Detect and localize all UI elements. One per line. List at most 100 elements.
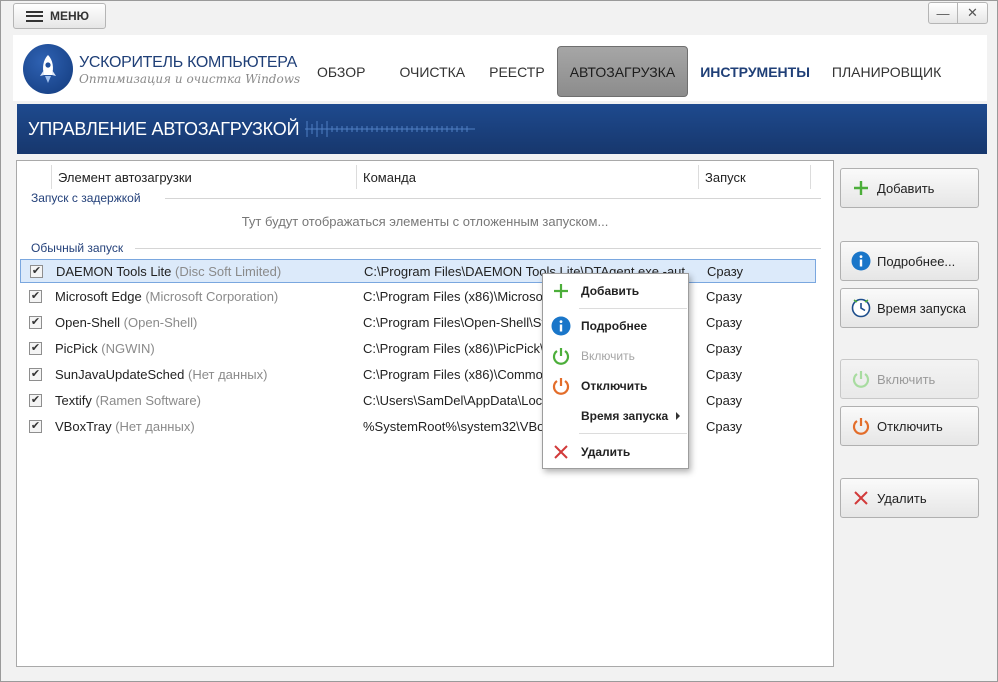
context-menu-add[interactable]: Добавить — [543, 278, 688, 304]
row-checkbox[interactable]: ✔ — [29, 368, 42, 381]
group-divider — [165, 198, 821, 199]
autostart-table: Элемент автозагрузки Команда Запуск Запу… — [16, 160, 834, 667]
table-row[interactable]: ✔ Textify (Ramen Software) C:\Users\SamD… — [20, 389, 816, 413]
row-name-cell: Textify (Ramen Software) — [55, 393, 201, 408]
menu-button[interactable]: МЕНЮ — [13, 3, 106, 29]
row-start: Сразу — [706, 289, 743, 304]
context-menu: Добавить Подробнее Включить Отключить Вр… — [542, 273, 689, 469]
context-menu-disable-label: Отключить — [581, 379, 648, 393]
tab-tools[interactable]: ИНСТРУМЕНТЫ — [688, 46, 822, 97]
close-button[interactable]: ✕ — [958, 2, 988, 24]
menu-button-label: МЕНЮ — [50, 9, 90, 23]
table-row[interactable]: ✔ PicPick (NGWIN) C:\Program Files (x86)… — [20, 337, 816, 361]
enable-button-label: Включить — [877, 371, 936, 387]
row-name: SunJavaUpdateSched — [55, 367, 185, 382]
app-subtitle: Оптимизация и очистка Windows — [79, 72, 301, 86]
start-time-button-label: Время запуска — [877, 300, 967, 316]
row-name: Microsoft Edge — [55, 289, 142, 304]
add-button-label: Добавить — [877, 180, 935, 196]
app-header: УСКОРИТЕЛЬ КОМПЬЮТЕРА Оптимизация и очис… — [13, 35, 987, 101]
disable-button[interactable]: Отключить — [840, 406, 979, 446]
tab-label: ОБЗОР — [317, 63, 366, 80]
row-vendor: (Нет данных) — [115, 419, 195, 434]
tab-autostart[interactable]: АВТОЗАГРУЗКА — [556, 46, 689, 97]
column-header-start[interactable]: Запуск — [698, 165, 811, 189]
minimize-icon: — — [936, 5, 950, 21]
context-menu-start-time-label: Время запуска — [581, 409, 669, 423]
group-label-delayed: Запуск с задержкой — [31, 191, 141, 205]
row-start: Сразу — [707, 264, 744, 279]
row-checkbox[interactable]: ✔ — [29, 420, 42, 433]
row-vendor: (Microsoft Corporation) — [145, 289, 279, 304]
row-name: Textify — [55, 393, 92, 408]
group-divider — [135, 248, 821, 249]
row-checkbox[interactable]: ✔ — [29, 394, 42, 407]
row-name: Open-Shell — [55, 315, 121, 330]
app-title: УСКОРИТЕЛЬ КОМПЬЮТЕРА — [79, 54, 297, 71]
delete-icon — [851, 488, 871, 508]
context-menu-enable-label: Включить — [581, 349, 635, 363]
info-icon — [551, 316, 571, 336]
table-row[interactable]: ✔ Open-Shell (Open-Shell) C:\Program Fil… — [20, 311, 816, 335]
table-header: Элемент автозагрузки Команда Запуск — [17, 165, 833, 189]
row-checkbox[interactable]: ✔ — [29, 316, 42, 329]
row-name: DAEMON Tools Lite — [56, 264, 172, 279]
tab-label: ПЛАНИРОВЩИК — [831, 63, 942, 80]
table-row[interactable]: ✔ VBoxTray (Нет данных) %SystemRoot%\sys… — [20, 415, 816, 439]
row-checkbox[interactable]: ✔ — [29, 342, 42, 355]
row-checkbox[interactable]: ✔ — [30, 265, 43, 278]
context-menu-details[interactable]: Подробнее — [543, 313, 688, 339]
delete-icon — [551, 442, 571, 462]
tab-cleanup[interactable]: ОЧИСТКА — [387, 46, 477, 97]
tab-registry[interactable]: РЕЕСТР — [477, 46, 557, 97]
section-banner: УПРАВЛЕНИЕ АВТОЗАГРУЗКОЙ — [17, 104, 987, 154]
minimize-button[interactable]: — — [928, 2, 958, 24]
submenu-arrow-icon — [676, 412, 680, 420]
context-menu-enable[interactable]: Включить — [543, 343, 688, 369]
row-vendor: (NGWIN) — [101, 341, 155, 356]
table-row[interactable]: ✔ Microsoft Edge (Microsoft Corporation)… — [20, 285, 816, 309]
row-start: Сразу — [706, 315, 743, 330]
plus-icon — [851, 178, 871, 198]
delete-button-label: Удалить — [877, 490, 927, 506]
context-menu-add-label: Добавить — [581, 284, 640, 298]
row-start: Сразу — [706, 419, 743, 434]
delete-button[interactable]: Удалить — [840, 478, 979, 518]
tab-scheduler[interactable]: ПЛАНИРОВЩИК — [820, 46, 953, 97]
tab-label: ОЧИСТКА — [399, 63, 466, 80]
decorative-ticks — [305, 121, 475, 137]
row-name-cell: SunJavaUpdateSched (Нет данных) — [55, 367, 267, 382]
row-checkbox[interactable]: ✔ — [29, 290, 42, 303]
section-title: УПРАВЛЕНИЕ АВТОЗАГРУЗКОЙ — [28, 119, 300, 139]
tab-overview[interactable]: ОБЗОР — [305, 46, 377, 97]
row-name-cell: Open-Shell (Open-Shell) — [55, 315, 197, 330]
details-button[interactable]: Подробнее... — [840, 241, 979, 281]
rocket-icon — [23, 44, 73, 94]
context-menu-details-label: Подробнее — [581, 319, 648, 333]
row-vendor: (Ramen Software) — [95, 393, 201, 408]
context-menu-delete[interactable]: Удалить — [543, 439, 688, 465]
close-icon: ✕ — [967, 5, 978, 20]
main-nav: ОБЗОР ОЧИСТКА РЕЕСТР АВТОЗАГРУЗКА ИНСТРУ… — [305, 46, 953, 97]
column-header-item[interactable]: Элемент автозагрузки — [51, 165, 356, 189]
enable-button[interactable]: Включить — [840, 359, 979, 399]
start-time-button[interactable]: Время запуска — [840, 288, 979, 328]
context-menu-start-time[interactable]: Время запуска — [543, 403, 688, 429]
tab-label: ИНСТРУМЕНТЫ — [700, 63, 810, 80]
table-row[interactable]: ✔ DAEMON Tools Lite (Disc Soft Limited) … — [20, 259, 816, 283]
tab-label: РЕЕСТР — [489, 63, 545, 80]
row-start: Сразу — [706, 393, 743, 408]
row-vendor: (Disc Soft Limited) — [174, 264, 282, 279]
disable-button-label: Отключить — [877, 418, 943, 434]
window-controls: — ✕ — [928, 2, 988, 24]
menu-separator — [579, 433, 687, 434]
info-icon — [851, 251, 871, 271]
row-start: Сразу — [706, 341, 743, 356]
add-button[interactable]: Добавить — [840, 168, 979, 208]
context-menu-delete-label: Удалить — [581, 445, 631, 459]
row-name: PicPick — [55, 341, 98, 356]
context-menu-disable[interactable]: Отключить — [543, 373, 688, 399]
power-icon — [551, 346, 571, 366]
table-row[interactable]: ✔ SunJavaUpdateSched (Нет данных) C:\Pro… — [20, 363, 816, 387]
column-header-command[interactable]: Команда — [356, 165, 698, 189]
